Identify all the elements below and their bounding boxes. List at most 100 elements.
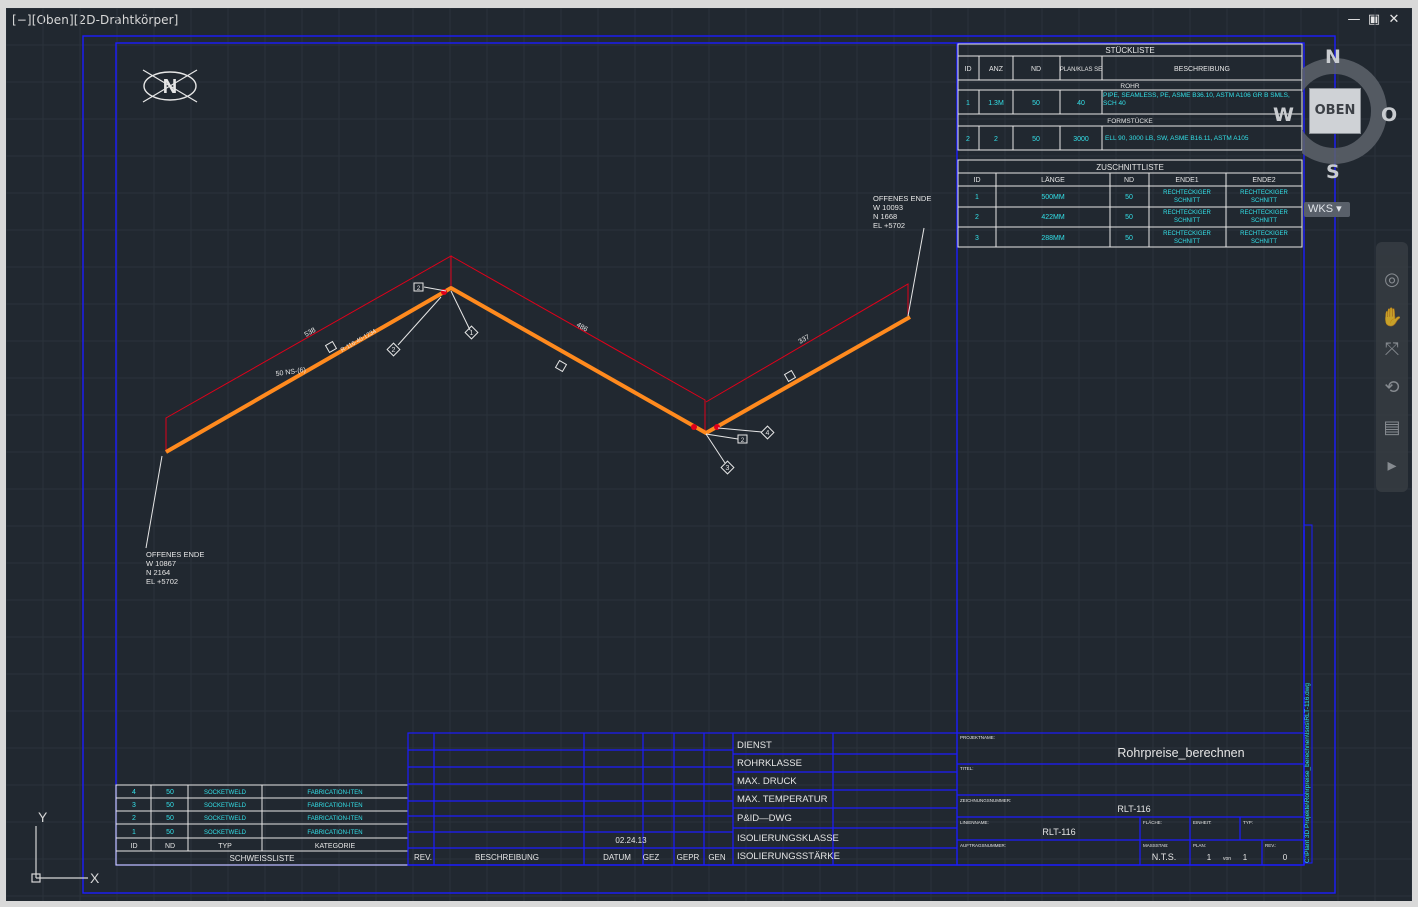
svg-text:EL +5702: EL +5702	[146, 577, 178, 586]
schweissliste-table	[115, 784, 409, 866]
weld-list-cell: 3	[132, 802, 136, 809]
drawing-viewport[interactable]: [−][Oben][2D-Drahtkörper] — ▣ ✕ C:\Plant…	[6, 8, 1412, 901]
weld-list-cell: 50	[166, 829, 174, 836]
item-bubble[interactable]: 1	[464, 325, 479, 340]
field-label: DIENST	[737, 740, 772, 751]
rev-header: GEPR	[677, 853, 700, 862]
svg-text:OFFENES ENDE: OFFENES ENDE	[146, 550, 204, 559]
cell-description: PIPE, SEAMLESS, PE, ASME B36.10, ASTM A1…	[1103, 92, 1290, 107]
group-label: ROHR	[1120, 83, 1139, 90]
cell: 50	[1032, 100, 1040, 107]
tb-label: ZEICHNUNGSNUMMER:	[960, 798, 1011, 803]
svg-text:W 10867: W 10867	[146, 559, 176, 568]
weld-point	[714, 424, 720, 430]
weld-list-cell: FABRICATION-ITEN	[307, 830, 362, 836]
cut-list-cell: RECHTECKIGER	[1240, 231, 1288, 237]
open-end-annotation-right: OFFENES ENDE W 10093 N 1668 EL +5702	[873, 194, 931, 230]
svg-text:OFFENES ENDE: OFFENES ENDE	[873, 194, 931, 203]
col-header: ANZ	[989, 66, 1004, 73]
north-arrow-icon: N	[142, 69, 198, 103]
cell: 2	[966, 136, 970, 143]
group-label: FORMSTÜCKE	[1107, 117, 1153, 125]
dimension-text: 538	[304, 327, 318, 339]
svg-text:2: 2	[392, 347, 396, 354]
tb-label: EINHEIT:	[1193, 820, 1212, 825]
col-header: ID	[974, 177, 981, 184]
cell: 50	[1032, 136, 1040, 143]
item-bubble[interactable]: 2	[386, 342, 401, 357]
dimension-text: 337	[798, 334, 812, 346]
tb-label: AUFTRAGSNUMMER:	[960, 843, 1006, 848]
viewcube[interactable]: N S W O OBEN	[1273, 46, 1412, 212]
col-header: ID	[965, 66, 972, 73]
drawing-canvas[interactable]: C:\Plant 3D Projekte\Rohrpreise_berechne…	[6, 8, 1412, 901]
col-header: ND	[1124, 177, 1134, 184]
revision-block	[407, 732, 958, 866]
cut-list-cell: SCHNITT	[1251, 218, 1277, 224]
cut-list-cell: RECHTECKIGER	[1163, 231, 1211, 237]
tb-label: LINIENNAME:	[960, 820, 989, 825]
steering-wheel-icon[interactable]: ◎	[1380, 268, 1404, 292]
cut-list-cell: 1	[975, 194, 979, 201]
weld-list-cell: FABRICATION-ITEN	[307, 790, 362, 796]
navigation-menu-icon[interactable]: ▸	[1380, 454, 1404, 478]
rev-header: REV.	[414, 853, 432, 862]
cut-list-cell: SCHNITT	[1174, 218, 1200, 224]
drawing-number: RLT-116	[1117, 804, 1150, 814]
rev-date: 02.24.13	[615, 836, 647, 845]
svg-text:4: 4	[766, 430, 770, 437]
col-header: ENDE2	[1252, 177, 1275, 184]
item-bubble[interactable]: 4	[760, 425, 775, 440]
cell: 1	[966, 100, 970, 107]
navigation-bar: ◎ ✋ ⤧ ⟲ ▤ ▸	[1376, 242, 1408, 492]
weld-list-cell: 2	[132, 815, 136, 822]
line-name: RLT-116	[1042, 827, 1075, 837]
compass-north[interactable]: N	[1325, 46, 1341, 68]
col-header: ND	[1031, 66, 1041, 73]
compass-east[interactable]: O	[1381, 104, 1397, 126]
cut-list-cell: RECHTECKIGER	[1163, 190, 1211, 196]
weld-list-cell: 50	[166, 815, 174, 822]
rev-value: 0	[1283, 853, 1288, 862]
item-bubble[interactable]: 3	[720, 460, 735, 475]
field-label: MAX. DRUCK	[737, 776, 797, 787]
schweissliste-title: SCHWEISSLISTE	[230, 854, 295, 863]
col-header: BESCHREIBUNG	[1174, 66, 1230, 73]
field-label: ROHRKLASSE	[737, 758, 802, 769]
cut-list-cell: 288MM	[1041, 235, 1065, 242]
weld-list-cell: 50	[166, 802, 174, 809]
tb-label: PROJEKTNAME:	[960, 735, 995, 740]
cell: 1.3M	[988, 100, 1004, 107]
scale-value: N.T.S.	[1152, 852, 1177, 862]
cut-list-cell: 3	[975, 235, 979, 242]
weld-list-cell: SOCKETWELD	[204, 803, 247, 809]
plan-of-label: von	[1223, 856, 1231, 862]
application-window: [−][Oben][2D-Drahtkörper] — ▣ ✕ C:\Plant…	[0, 0, 1418, 907]
compass-west[interactable]: W	[1273, 104, 1294, 126]
cut-list-cell: SCHNITT	[1174, 198, 1200, 204]
showmotion-icon[interactable]: ▤	[1380, 416, 1404, 440]
plan-total: 1	[1243, 853, 1248, 862]
cell-description: ELL 90, 3000 LB, SW, ASME B16.11, ASTM A…	[1105, 135, 1249, 142]
rev-header: DATUM	[603, 853, 631, 862]
pan-icon[interactable]: ✋	[1380, 306, 1404, 330]
svg-text:EL +5702: EL +5702	[873, 221, 905, 230]
cut-list-cell: RECHTECKIGER	[1240, 190, 1288, 196]
field-label: ISOLIERUNGSKLASSE	[737, 833, 839, 844]
svg-text:3: 3	[726, 465, 730, 472]
zuschnittliste-title: ZUSCHNITTLISTE	[1096, 163, 1164, 172]
svg-text:W 10093: W 10093	[873, 203, 903, 212]
orbit-icon[interactable]: ⟲	[1380, 376, 1404, 400]
weld-list-cell: SOCKETWELD	[204, 816, 247, 822]
wcs-dropdown[interactable]: WKS ▾	[1304, 202, 1350, 217]
cut-list-cell: 50	[1125, 214, 1133, 221]
svg-text:N 1668: N 1668	[873, 212, 897, 221]
tb-label: MASSSTAB:	[1143, 843, 1168, 848]
rev-header: BESCHREIBUNG	[475, 853, 539, 862]
tb-label: TYP:	[1243, 820, 1253, 825]
compass-south[interactable]: S	[1326, 161, 1340, 183]
zoom-icon[interactable]: ⤧	[1380, 338, 1404, 362]
ucs-y-label: Y	[38, 809, 48, 825]
field-label: ISOLIERUNGSSTÄRKE	[737, 851, 840, 862]
viewcube-top-face[interactable]: OBEN	[1309, 88, 1361, 134]
